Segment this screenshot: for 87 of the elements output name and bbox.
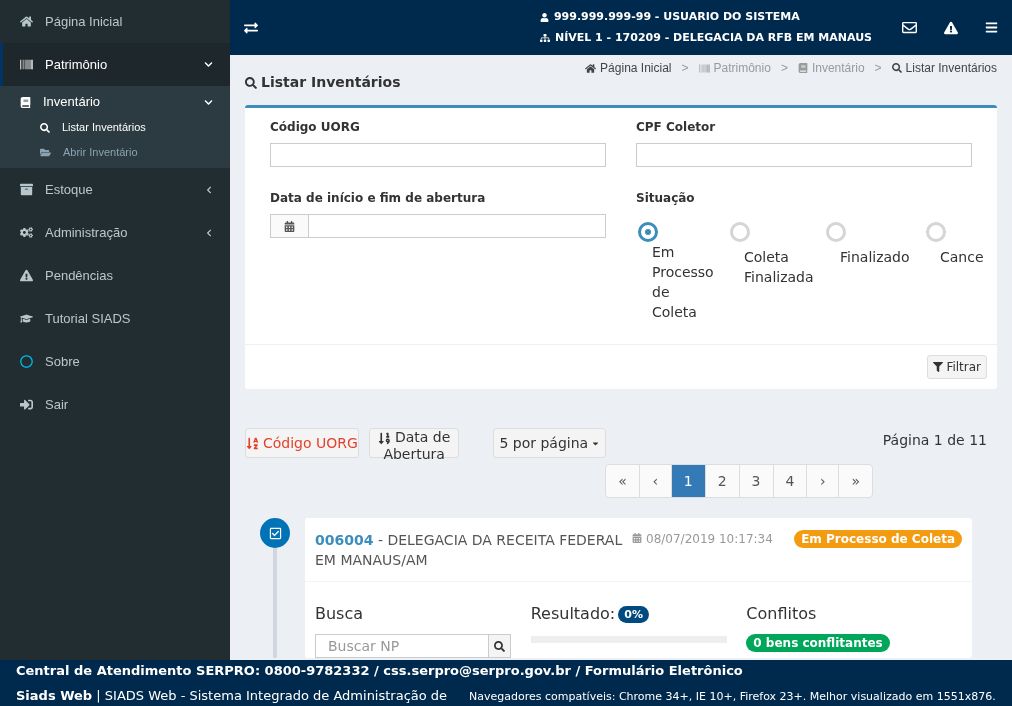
cpf-coletor-field[interactable] — [636, 143, 972, 167]
mail-button[interactable] — [902, 20, 917, 35]
page-title: Listar Inventários — [261, 73, 401, 92]
resultado-label: Resultado: — [530, 603, 616, 625]
radio-option[interactable]: Finalizado — [812, 222, 912, 267]
search-field[interactable]: Buscar NP — [315, 634, 489, 658]
busca-label: Busca — [315, 603, 365, 625]
breadcrumb-separator: > — [681, 60, 689, 77]
sidebar-item[interactable]: Sair — [0, 383, 230, 426]
sort-alpha-icon — [246, 437, 259, 450]
radio-option[interactable]: Em Processo de Coleta — [624, 222, 716, 322]
folder-icon — [40, 147, 51, 158]
sitemap-icon — [539, 32, 550, 43]
breadcrumb-link[interactable]: Listar Inventários — [891, 59, 997, 77]
conflitos-label: Conflitos — [746, 603, 818, 625]
pagination-button[interactable]: 3 — [738, 464, 774, 498]
sidebar-item[interactable]: Patrimônio — [0, 43, 230, 86]
gears-icon — [20, 226, 33, 239]
graduation-cap-icon — [20, 312, 33, 325]
warning-icon — [20, 269, 33, 282]
sidebar-item[interactable]: Sobre — [0, 340, 230, 383]
pagination-button[interactable]: « — [605, 464, 640, 498]
search-icon — [245, 76, 257, 89]
breadcrumb-separator: > — [874, 60, 882, 77]
house-icon — [20, 15, 33, 28]
page-info: Página 1 de 11 — [882, 431, 987, 450]
codigo-uorg-field[interactable] — [270, 143, 606, 167]
breadcrumb-link[interactable]: Página Inicial — [585, 59, 672, 77]
pagination-button[interactable]: 2 — [704, 464, 740, 498]
user-icon — [539, 12, 549, 22]
support-info: Central de Atendimento SERPRO: 0800-9782332 / css.serpro@serpro.gov.br / Formulário Eletrônico — [16, 662, 744, 680]
radio-option[interactable]: Cance — [912, 222, 986, 267]
radio-option[interactable]: Coleta Finalizada — [716, 222, 812, 287]
sidebar-item[interactable]: Estoque — [0, 168, 230, 211]
warning-button[interactable] — [944, 20, 958, 35]
inventory-title: 006004 - DELEGACIA DA RECEITA FEDERAL EM MANAUS/AM — [315, 531, 624, 570]
uorg-code-link[interactable]: 006004 — [315, 532, 374, 548]
status-badge: Em Processo de Coleta — [794, 530, 962, 548]
sidebar-item[interactable]: Tutorial SIADS — [0, 297, 230, 340]
pagination-button[interactable]: 1 — [670, 464, 706, 498]
calendar-icon — [632, 533, 642, 543]
field-label: CPF Coletor — [636, 119, 717, 136]
sign-in-icon — [20, 398, 33, 411]
radio-label: Finalizado — [840, 248, 911, 267]
sort-numeric-icon — [377, 431, 391, 445]
filter-button[interactable]: Filtrar — [927, 355, 987, 379]
field-label: Código UORG — [270, 119, 361, 136]
search-icon — [494, 640, 505, 652]
swap-arrows-button[interactable] — [244, 20, 258, 35]
sidebar-item[interactable]: Administração — [0, 211, 230, 254]
user-info: 999.999.999-99 - USUARIO DO SISTEMA — [553, 9, 800, 25]
sidebar-item[interactable]: Pendências — [0, 254, 230, 297]
search-icon — [891, 63, 902, 73]
calendar-icon — [284, 220, 295, 232]
checkbox-icon — [268, 526, 282, 540]
pagination-button[interactable]: » — [838, 464, 873, 498]
radio-label: Coleta Finalizada — [744, 248, 815, 287]
filter-icon — [933, 362, 944, 372]
barcode-icon — [20, 58, 33, 71]
menu-button[interactable] — [985, 21, 998, 34]
per-page-dropdown[interactable]: 5 por página — [493, 428, 607, 458]
system-name: Siads Web | SIADS Web - Sistema Integrado de Administração de — [16, 686, 448, 705]
conflicts-badge: 0 bens conflitantes — [746, 634, 890, 652]
search-icon — [40, 122, 50, 133]
sidebar-item[interactable]: Página Inicial — [0, 0, 230, 43]
submenu-item[interactable]: Listar Inventários — [0, 115, 230, 140]
radio-label: Em Processo de Coleta — [652, 243, 715, 322]
percent-badge: 0% — [618, 605, 649, 623]
radio-label: Cance — [940, 248, 985, 267]
search-button[interactable] — [489, 634, 511, 658]
pagination-button[interactable]: ‹ — [638, 464, 672, 498]
field-label: Data de início e fim de abertura — [270, 190, 487, 207]
sort-button[interactable]: Código UORG — [245, 428, 359, 458]
date-range-field[interactable] — [270, 214, 606, 238]
house-icon — [585, 62, 597, 74]
breadcrumb-separator: > — [780, 60, 788, 77]
unit-info: NÍVEL 1 - 170209 - DELEGACIA DA RFB EM MANAUS — [554, 29, 872, 46]
book-icon — [797, 63, 808, 73]
browser-info: Navegadores compatíveis: Chrome 34+, IE 10+, Firefox 23+. Melhor visualizado em 1551x876. — [469, 688, 996, 705]
sort-button[interactable]: Data de Abertura — [368, 428, 460, 458]
archive-box-icon — [20, 183, 33, 196]
open-date: 08/07/2019 10:17:34 — [646, 531, 773, 548]
submenu-item[interactable]: Inventário — [0, 89, 230, 115]
field-label: Situação — [636, 190, 696, 207]
pagination-button[interactable]: › — [806, 464, 840, 498]
submenu-item[interactable]: Abrir Inventário — [0, 140, 230, 165]
book-icon — [20, 96, 31, 108]
